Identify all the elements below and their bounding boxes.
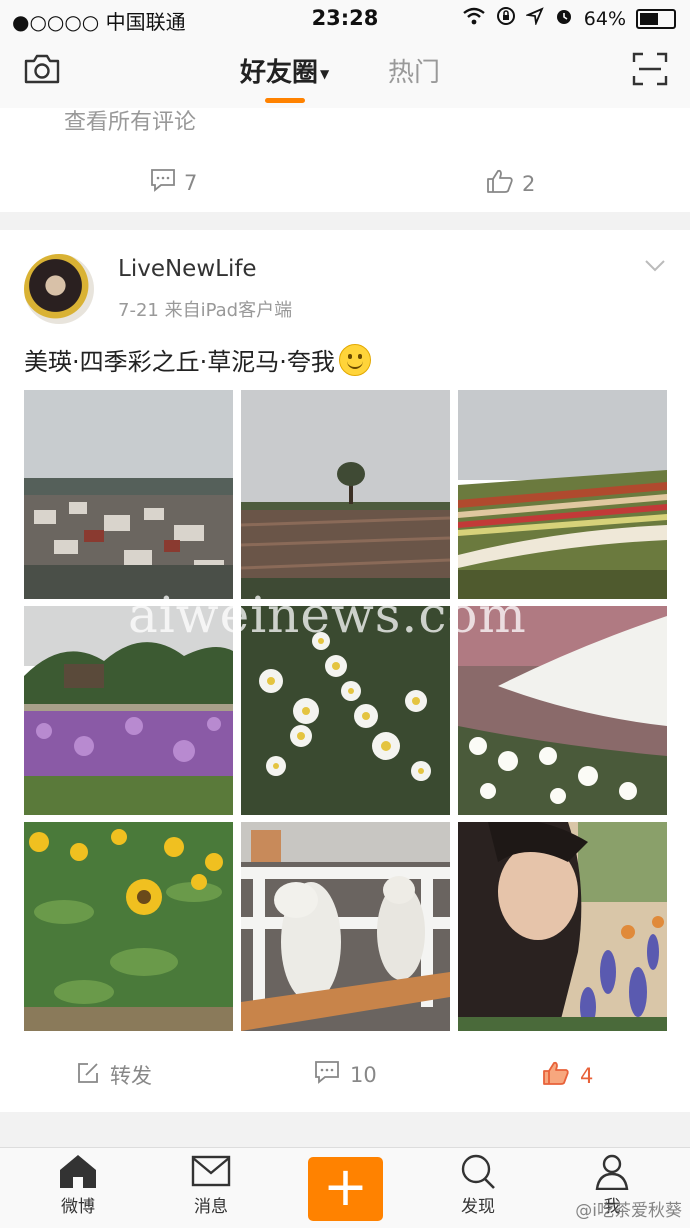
tab-messages[interactable]: 消息 xyxy=(171,1152,251,1217)
alarm-icon xyxy=(554,6,574,31)
photo-8-alpacas[interactable] xyxy=(241,822,450,1031)
search-icon xyxy=(438,1152,518,1190)
post-text-content: 美瑛·四季彩之丘·草泥马·夸我 xyxy=(24,348,335,376)
credit-watermark: @i吃茶爱秋葵 xyxy=(575,1201,682,1221)
photo-1-town[interactable] xyxy=(24,390,233,599)
like-count: 2 xyxy=(522,171,536,196)
location-icon xyxy=(524,7,544,30)
battery-percent: 64% xyxy=(583,7,626,30)
tab-home[interactable]: 微博 xyxy=(38,1152,118,1217)
mail-icon xyxy=(171,1152,251,1190)
tab-discover[interactable]: 发现 xyxy=(438,1152,518,1217)
tab-messages-label: 消息 xyxy=(194,1197,228,1217)
comment-icon xyxy=(150,168,176,197)
photo-7-sunflowers[interactable] xyxy=(24,822,233,1031)
smiley-emoji-icon xyxy=(338,343,371,376)
compose-plus-button[interactable]: + xyxy=(308,1157,383,1221)
post-card: LiveNewLife 7-21 来自iPad客户端 美瑛·四季彩之丘·草泥马·… xyxy=(0,230,690,1112)
photo-3-striped-hills[interactable] xyxy=(458,390,667,599)
edit-repost-icon xyxy=(76,1061,100,1090)
tab-home-label: 微博 xyxy=(61,1197,95,1217)
comment-count: 7 xyxy=(184,170,198,195)
tab-friends-circle-label: 好友圈 xyxy=(240,58,319,88)
scan-icon[interactable] xyxy=(632,52,668,90)
comment-button[interactable]: 7 xyxy=(150,168,197,197)
repost-button[interactable]: 转发 xyxy=(76,1060,152,1090)
tab-discover-label: 发现 xyxy=(461,1197,495,1217)
battery-level xyxy=(640,12,658,25)
post-text: 美瑛·四季彩之丘·草泥马·夸我 xyxy=(24,342,371,377)
photo-9-woman-flowers[interactable] xyxy=(458,822,667,1031)
thumbs-up-filled-icon xyxy=(542,1060,570,1091)
lock-rotation-icon xyxy=(496,6,516,31)
post-meta: 7-21 来自iPad客户端 xyxy=(118,300,293,321)
home-icon xyxy=(38,1152,118,1190)
comment-count: 10 xyxy=(350,1062,377,1087)
thumbs-up-icon xyxy=(486,168,514,199)
comment-button[interactable]: 10 xyxy=(314,1060,377,1089)
tab-friends-circle[interactable]: 好友圈 ▼ xyxy=(240,52,329,89)
status-right: 64% xyxy=(462,6,676,31)
tab-hot[interactable]: 热门 xyxy=(388,52,440,89)
profile-icon xyxy=(572,1152,652,1190)
active-tab-indicator xyxy=(265,98,305,103)
repost-label: 转发 xyxy=(110,1064,152,1088)
username[interactable]: LiveNewLife xyxy=(118,256,257,282)
watermark: aiweinews.com xyxy=(128,586,527,644)
like-button[interactable]: 2 xyxy=(486,168,535,199)
chevron-down-icon[interactable] xyxy=(644,258,666,277)
photo-2-tree-field[interactable] xyxy=(241,390,450,599)
previous-post-card: 查看所有评论 7 2 xyxy=(0,108,690,212)
avatar[interactable] xyxy=(24,254,94,324)
comment-icon xyxy=(314,1060,340,1089)
caret-down-icon: ▼ xyxy=(320,66,330,81)
camera-icon[interactable] xyxy=(22,52,62,90)
like-count: 4 xyxy=(580,1063,594,1088)
top-nav-bar: 好友圈 ▼ 热门 xyxy=(0,36,690,109)
view-all-comments-link[interactable]: 查看所有评论 xyxy=(64,104,196,136)
like-button[interactable]: 4 xyxy=(542,1060,593,1091)
battery-icon xyxy=(636,8,676,29)
wifi-icon xyxy=(462,7,486,30)
status-bar: ●○○○○ 中国联通 23:28 64% xyxy=(0,0,690,36)
